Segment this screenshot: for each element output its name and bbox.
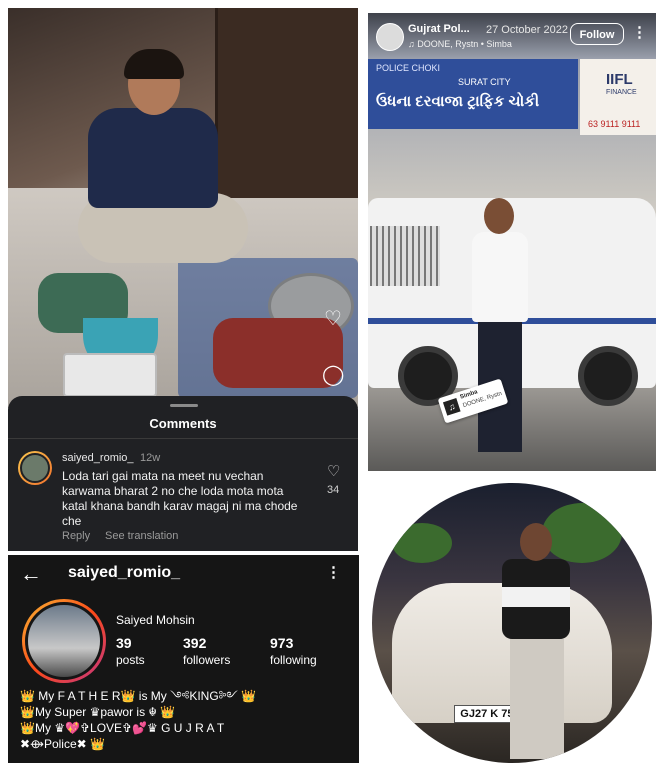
divider [8,438,358,439]
heart-outline-icon[interactable]: ♡ [322,308,344,330]
sign-gujarati-text: ઉધના દરવાજા ટ્રાફિક ચોકી [376,93,540,110]
person-sitting [78,49,248,263]
bio-line: 👑 My F A T H E R👑 is My ༺KING༻ 👑 [20,689,257,703]
followers-label[interactable]: followers [183,653,230,667]
reel-photo: ♡ ◯ [8,8,358,408]
reply-button[interactable]: Reply [62,530,90,542]
car-photo: GJ27 K 7525 [372,483,652,763]
iifl-phone: 63 9111 9111 [588,119,641,129]
follow-button[interactable]: Follow [570,23,624,45]
weighing-scale [63,353,157,397]
more-icon[interactable]: ⋮ [632,23,647,41]
bio-line: ✖⟴Police✖ 👑 [20,737,105,751]
jeep-grill [370,226,440,286]
iifl-brand: IIFL [606,71,633,88]
bio-line: 👑My ♛💖✞LOVE✞💕♛ G U J R A T [20,721,225,735]
story-music[interactable]: ♫ DOONE, Rystn • Simba [408,39,512,49]
sheet-title: Comments [149,416,217,431]
posts-count[interactable]: 39 [116,635,132,651]
comment-bubble-icon[interactable]: ◯ [322,364,344,386]
man-standing [492,523,582,763]
iifl-sign: IIFL FINANCE 63 9111 9111 [580,59,656,135]
profile-view: ← saiyed_romio_ ⋮ Saiyed Mohsin 39 posts… [8,555,359,763]
police-choki-sign: POLICE CHOKI SURAT CITY ઉધના દરવાજા ટ્રા… [368,59,578,129]
comment-text: Loda tari gai mata na meet nu vechan kar… [62,469,298,528]
traffic-officer [464,198,534,458]
story-view: POLICE CHOKI SURAT CITY ઉધના દરવાજા ટ્રા… [368,13,656,471]
back-arrow-icon[interactable]: ← [20,561,42,587]
comment-like-count: 34 [327,484,340,496]
story-username[interactable]: Gujrat Pol... [408,23,470,35]
avatar[interactable] [376,23,404,51]
see-translation-button[interactable]: See translation [105,530,178,542]
avatar[interactable] [22,599,106,683]
sign-city-text: SURAT CITY [458,77,511,87]
profile-full-name: Saiyed Mohsin [116,613,195,627]
sign-top-text: POLICE CHOKI [376,63,441,73]
music-icon: ♫ [442,398,461,416]
comments-sheet: Comments saiyed_romio_ 12w Loda tari gai… [8,396,358,551]
story-date: 27 October 2022 [486,24,568,36]
avatar[interactable] [18,451,52,485]
profile-username: saiyed_romio_ [68,564,181,581]
followers-count[interactable]: 392 [183,635,206,651]
story-music-label: DOONE, Rystn • Simba [417,39,512,49]
cabinet [215,8,358,198]
following-label[interactable]: following [270,653,317,667]
posts-label[interactable]: posts [116,653,145,667]
comment-time: 12w [140,452,161,464]
sheet-handle[interactable] [170,404,198,407]
music-bars-icon: ♫ [408,39,418,49]
comment-username[interactable]: saiyed_romio_ [62,452,134,464]
wheel [578,346,638,406]
iifl-sub: FINANCE [606,89,637,96]
more-icon[interactable]: ⋮ [326,563,341,581]
heart-outline-icon[interactable]: ♡ [327,462,340,480]
following-count[interactable]: 973 [270,635,293,651]
bio-line: 👑My Super ♛pawor is ☬ 👑 [20,705,176,719]
tree [392,523,452,563]
